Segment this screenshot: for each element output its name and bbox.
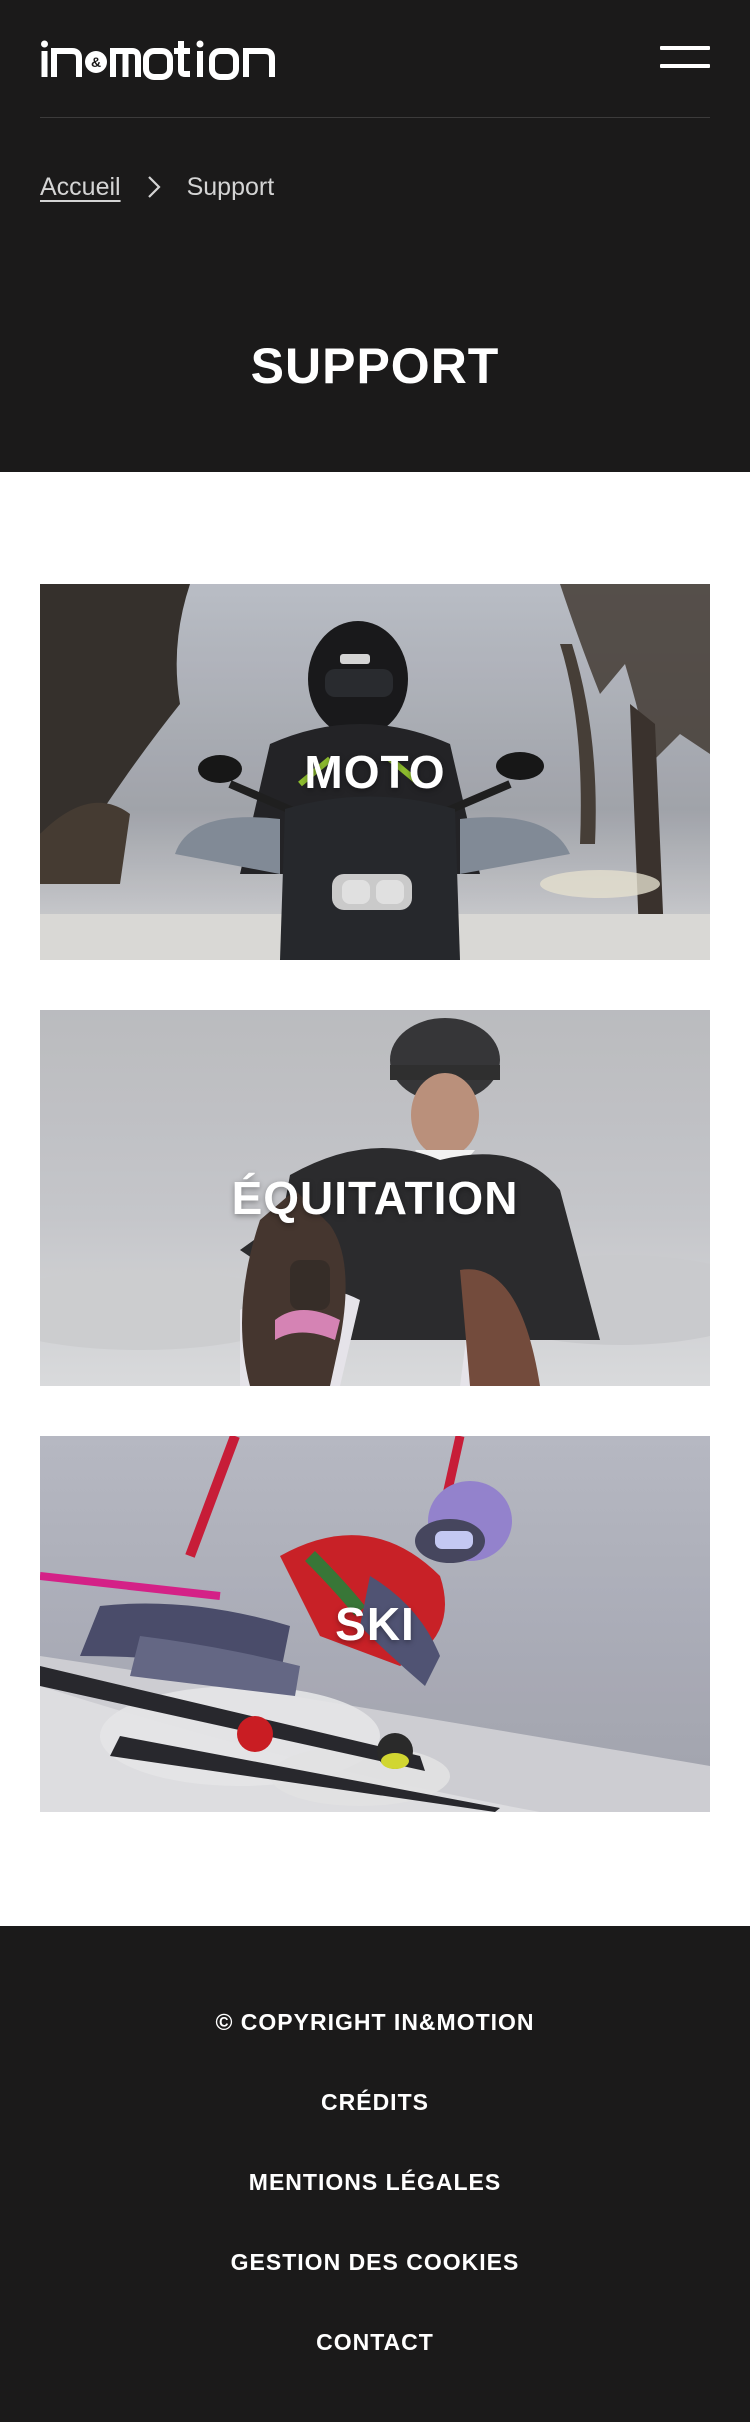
site-logo[interactable]: & [40,38,280,85]
breadcrumb: Accueil Support [40,170,274,204]
inmotion-logo-icon: & [41,40,275,80]
header-divider [40,117,710,118]
footer-link-credits[interactable]: CRÉDITS [0,2087,750,2117]
breadcrumb-home-link[interactable]: Accueil [40,173,121,202]
menu-bar-top [660,46,710,50]
category-card-moto[interactable]: MOTO [40,584,710,960]
footer-link-cookie-management[interactable]: GESTION DES COOKIES [0,2247,750,2277]
category-card-ski[interactable]: SKI [40,1436,710,1812]
site-footer: © COPYRIGHT IN&MOTION CRÉDITS MENTIONS L… [0,1926,750,2422]
footer-copyright: © COPYRIGHT IN&MOTION [215,2009,535,2035]
breadcrumb-current: Support [186,172,275,201]
category-label-equitation: ÉQUITATION [231,1172,519,1224]
footer-link-legal-notices[interactable]: MENTIONS LÉGALES [0,2167,750,2197]
menu-icon[interactable] [660,44,710,70]
menu-bar-bottom [660,64,710,68]
support-categories: MOTO ÉQUITATION SKI [40,584,710,1862]
category-label-ski: SKI [335,1598,415,1650]
page-title: SUPPORT [250,338,500,394]
category-label-moto: MOTO [304,746,446,798]
chevron-right-icon [121,170,187,204]
footer-link-contact[interactable]: CONTACT [0,2327,750,2357]
site-header: & Accueil Support SUPPORT [0,0,750,472]
category-card-equitation[interactable]: ÉQUITATION [40,1010,710,1386]
svg-text:&: & [91,54,101,70]
